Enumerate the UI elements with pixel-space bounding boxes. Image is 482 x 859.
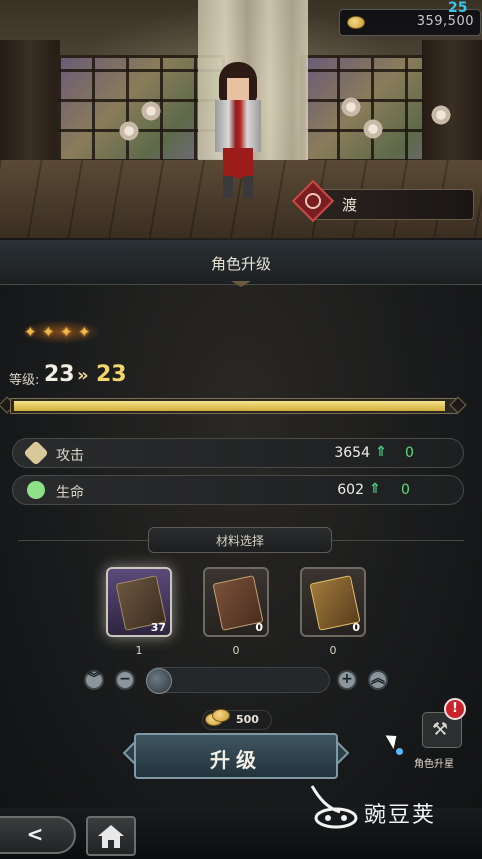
material-count: 0	[255, 621, 263, 634]
panel-title: 角色升级	[210, 255, 271, 273]
home-button[interactable]	[86, 816, 136, 856]
character-name-tag	[308, 189, 474, 220]
character-sprite[interactable]	[205, 62, 271, 202]
stat-value-hp: 602	[337, 482, 364, 498]
material-selected-count: 0	[329, 644, 337, 657]
exp-bar-fill	[14, 401, 445, 411]
scene-pillar-left	[0, 40, 60, 180]
stat-delta-hp: 0	[401, 482, 410, 498]
star-icon: ✦	[60, 323, 73, 341]
flower-decoration	[362, 118, 384, 140]
hp-icon	[27, 481, 45, 499]
anvil-icon: ⚒	[432, 719, 449, 740]
level-label: 等级:	[9, 373, 40, 388]
material-quantity-slider[interactable]	[146, 667, 330, 693]
back-button[interactable]: <	[0, 816, 76, 854]
material-slot-brown-book[interactable]: 0	[203, 567, 269, 637]
stat-delta-attack: 0	[405, 445, 414, 461]
material-selected-count: 0	[232, 644, 240, 657]
character-name: 渡	[342, 196, 358, 214]
stat-label-hp: 生命	[56, 485, 84, 501]
increase-button[interactable]: +	[337, 670, 357, 690]
title-decoration	[231, 281, 251, 289]
material-slot-purple-book[interactable]: 37	[106, 567, 172, 637]
material-count: 0	[352, 621, 360, 634]
watermark-logo	[306, 782, 360, 830]
stat-value-attack: 3654	[334, 445, 370, 461]
gold-amount: 359,500	[416, 14, 474, 29]
materials-title: 材料选择	[215, 534, 264, 548]
stat-label-attack: 攻击	[56, 448, 84, 464]
stat-up-arrow-icon: ⇑	[369, 481, 381, 497]
slider-knob[interactable]	[146, 668, 172, 694]
fire-element-icon-inner	[305, 193, 321, 209]
material-slot-gold-book[interactable]: 0	[300, 567, 366, 637]
level-current: 23	[44, 362, 75, 387]
gold-coin-icon	[212, 709, 230, 722]
level-badge: 25	[448, 0, 468, 16]
flower-decoration	[140, 100, 162, 122]
star-icon: ✦	[78, 323, 91, 341]
material-selected-count: 1	[135, 644, 143, 657]
decrease-button[interactable]: −	[115, 670, 135, 690]
increase-max-button[interactable]: ︽	[368, 670, 388, 690]
material-count: 37	[150, 621, 166, 634]
decrease-max-button[interactable]: ︾	[84, 670, 104, 690]
star-icon: ✦	[42, 323, 55, 341]
flower-decoration	[430, 104, 452, 126]
alert-badge-icon: !	[444, 698, 466, 720]
star-icon: ✦	[24, 323, 37, 341]
star-up-label[interactable]: 角色升星	[414, 755, 454, 770]
stat-up-arrow-icon: ⇑	[375, 444, 387, 460]
home-icon	[98, 825, 124, 848]
cursor-indicator	[396, 748, 403, 755]
level-next: 23	[96, 362, 127, 387]
gold-coin-icon	[347, 16, 365, 29]
flower-decoration	[118, 120, 140, 142]
watermark-text: 豌豆荚	[364, 803, 437, 828]
flower-decoration	[340, 96, 362, 118]
upgrade-cost-value: 500	[236, 713, 259, 726]
upgrade-button-label[interactable]: 升级	[134, 744, 338, 773]
level-arrow: »	[77, 365, 89, 386]
